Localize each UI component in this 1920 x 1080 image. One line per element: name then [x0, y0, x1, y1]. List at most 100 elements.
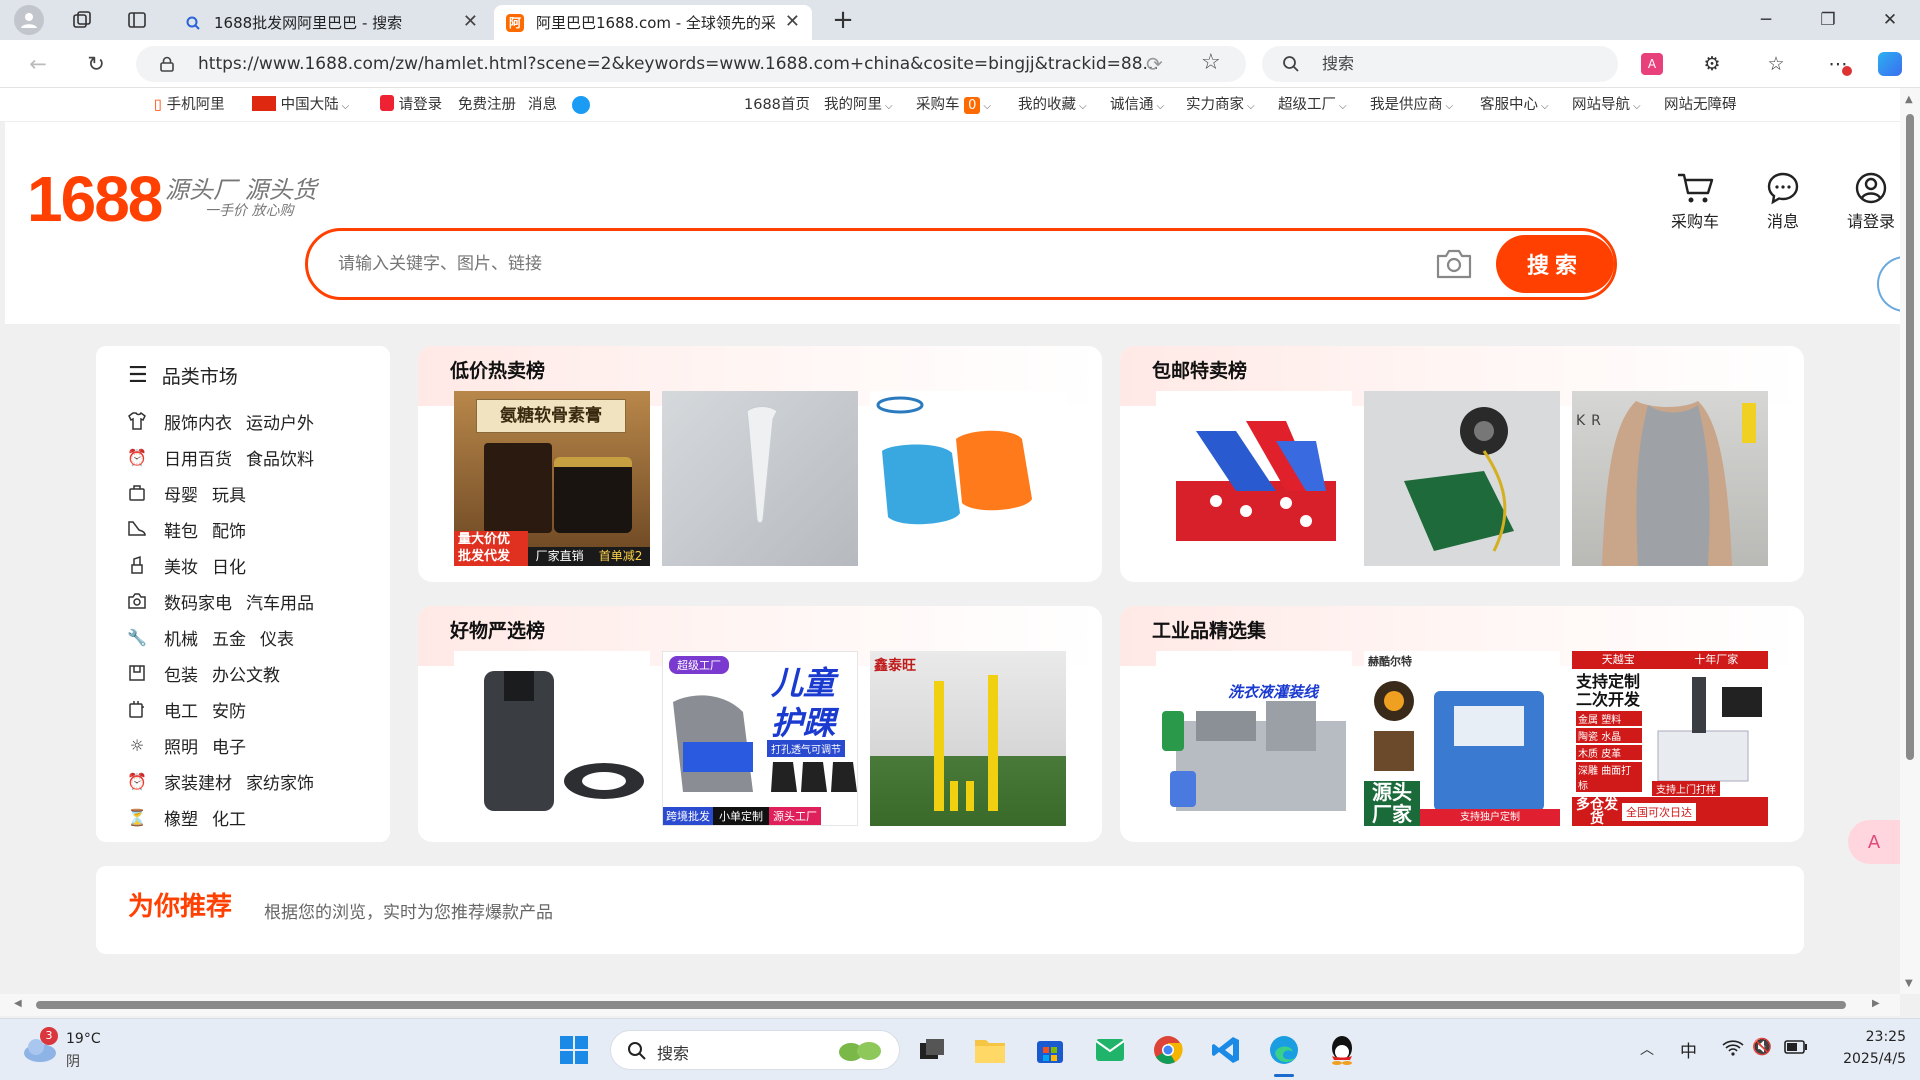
nav-strong-merchants[interactable]: 实力商家 ⌵ [1186, 88, 1255, 122]
nav-favorites[interactable]: 我的收藏 ⌵ [1018, 88, 1087, 122]
close-tab-icon[interactable]: ✕ [785, 11, 800, 32]
profile-icon[interactable] [14, 5, 44, 35]
tray-chevron-icon[interactable]: ︿ [1640, 1039, 1654, 1059]
message-link[interactable]: 消息 [528, 88, 557, 122]
category-link[interactable]: 日化 [212, 553, 246, 578]
clock-date[interactable]: 2025/4/5 [1826, 1051, 1906, 1067]
category-link[interactable]: 母婴 [164, 481, 198, 506]
category-link[interactable]: 五金 [212, 625, 246, 650]
product-filling-line[interactable]: 洗衣液灌装线 [1156, 651, 1352, 826]
header-message[interactable]: 消息 [1743, 168, 1823, 232]
favorite-star-icon[interactable]: ☆ [1201, 50, 1221, 75]
card-title[interactable]: 包邮特卖榜 [1152, 356, 1247, 383]
nav-accessibility[interactable]: 网站无障碍 [1664, 88, 1737, 122]
nav-super-factory[interactable]: 超级工厂 ⌵ [1278, 88, 1347, 122]
horizontal-scroll-thumb[interactable] [36, 1001, 1846, 1009]
favorites-icon[interactable]: ☆ [1756, 40, 1796, 88]
category-link[interactable]: 电子 [212, 733, 246, 758]
product-swim-armbands[interactable] [870, 391, 1066, 566]
lock-icon[interactable] [158, 55, 176, 73]
category-link[interactable]: 运动户外 [246, 409, 314, 434]
wangwang-icon[interactable] [572, 96, 590, 114]
search-button[interactable]: 搜索 [1496, 235, 1614, 293]
category-link[interactable]: 办公文教 [212, 661, 280, 686]
nav-my-alibaba[interactable]: 我的阿里 ⌵ [824, 88, 893, 122]
ime-indicator[interactable]: 中 [1680, 1037, 1697, 1062]
weather-temp[interactable]: 19°C [66, 1031, 101, 1047]
clock-time[interactable]: 23:25 [1826, 1029, 1906, 1045]
edge-icon[interactable] [1264, 1030, 1304, 1077]
new-tab-icon[interactable]: + [828, 6, 858, 36]
restore-icon[interactable]: ❐ [1798, 0, 1858, 40]
category-link[interactable]: 配饰 [212, 517, 246, 542]
weather-widget[interactable]: 3 [20, 1027, 60, 1067]
main-search-input[interactable] [338, 231, 1338, 297]
category-link[interactable]: 家纺家饰 [246, 769, 314, 794]
battery-icon[interactable] [1784, 1039, 1808, 1059]
category-link[interactable]: 照明 [164, 733, 198, 758]
product-black-connector[interactable] [454, 651, 650, 826]
close-tab-icon[interactable]: ✕ [463, 11, 478, 32]
store-icon[interactable] [1030, 1030, 1070, 1070]
category-link[interactable]: 家装建材 [164, 769, 232, 794]
camera-icon[interactable] [1434, 247, 1474, 281]
category-link[interactable]: 数码家电 [164, 589, 232, 614]
product-melting-furnace[interactable]: 赫酷尔特 源头厂家 支持独户定制 [1364, 651, 1560, 826]
window-close-icon[interactable]: ✕ [1860, 0, 1920, 40]
vscode-icon[interactable] [1206, 1030, 1246, 1070]
category-link[interactable]: 汽车用品 [246, 589, 314, 614]
product-gray-tank-top[interactable]: KR [1572, 391, 1768, 566]
task-view-icon[interactable] [912, 1030, 952, 1070]
volume-muted-icon[interactable]: 🔇 [1752, 1037, 1772, 1056]
category-link[interactable]: 食品饮料 [246, 445, 314, 470]
refresh-icon[interactable]: ↻ [76, 40, 116, 88]
card-title[interactable]: 好物严选榜 [450, 616, 545, 643]
product-yellow-posts[interactable]: 鑫泰旺 [870, 651, 1066, 826]
translate-page-icon[interactable]: ⟳ [1146, 52, 1163, 76]
category-link[interactable]: 服饰内衣 [164, 409, 232, 434]
card-title[interactable]: 低价热卖榜 [450, 356, 545, 383]
category-link[interactable]: 美妆 [164, 553, 198, 578]
vertical-scrollbar[interactable]: ▲ ▼ [1900, 88, 1920, 994]
copilot-icon[interactable] [1870, 40, 1910, 88]
back-icon[interactable]: ← [18, 40, 58, 88]
product-speaker-board[interactable] [1364, 391, 1560, 566]
start-icon[interactable] [554, 1030, 594, 1070]
product-ointment-jar[interactable]: 氨糖软骨素膏 量大价优 批发代发 厂家直销 首单减2 [454, 391, 650, 566]
header-cart[interactable]: 采购车 [1655, 168, 1735, 232]
category-link[interactable]: 仪表 [260, 625, 294, 650]
minimize-icon[interactable]: ─ [1736, 0, 1796, 40]
category-link[interactable]: 日用百货 [164, 445, 232, 470]
more-menu-icon[interactable]: ⋯ [1818, 40, 1858, 88]
product-inflatable-slide[interactable] [1156, 391, 1352, 566]
register-link[interactable]: 免费注册 [458, 88, 516, 122]
nav-service[interactable]: 客服中心 ⌵ [1480, 88, 1549, 122]
url-box[interactable]: https://www.1688.com/zw/hamlet.html?scen… [136, 46, 1246, 82]
taskbar-search[interactable]: 搜索 [610, 1030, 900, 1070]
nav-home[interactable]: 1688首页 [744, 88, 810, 122]
header-login[interactable]: 请登录 [1831, 168, 1911, 232]
browser-search-box[interactable]: 搜索 [1262, 46, 1618, 82]
tab-actions-icon[interactable] [127, 10, 147, 30]
qq-icon[interactable] [1322, 1030, 1362, 1070]
category-link[interactable]: 化工 [212, 805, 246, 830]
category-link[interactable]: 电工 [164, 697, 198, 722]
wifi-icon[interactable] [1722, 1039, 1744, 1061]
logo[interactable]: 1688 [27, 162, 163, 236]
workspaces-icon[interactable] [72, 10, 92, 30]
tab-1688[interactable]: 阿 阿里巴巴1688.com - 全球领先的采购批发平台 ✕ [494, 5, 812, 40]
nav-site-map[interactable]: 网站导航 ⌵ [1572, 88, 1641, 122]
category-link[interactable]: 玩具 [212, 481, 246, 506]
category-link[interactable]: 机械 [164, 625, 198, 650]
mobile-alibaba-link[interactable]: ▯ 手机阿里 [154, 88, 225, 122]
product-laser-marker[interactable]: 天越宝 十年厂家 支持定制 二次开发 金属 塑料 陶瓷 水晶 木质 皮革 深雕 … [1572, 651, 1768, 826]
category-link[interactable]: 橡塑 [164, 805, 198, 830]
product-plastic-cone[interactable] [662, 391, 858, 566]
category-link[interactable]: 安防 [212, 697, 246, 722]
url-text[interactable]: https://www.1688.com/zw/hamlet.html?scen… [198, 46, 1178, 82]
nav-cart[interactable]: 采购车 0 ⌵ [916, 88, 991, 122]
product-ankle-brace[interactable]: 超级工厂 儿童 护踝 打孔透气可调节 跨境批发 小单定制 源头工厂 [662, 651, 858, 826]
login-link[interactable]: 请登录 [380, 88, 442, 122]
card-title[interactable]: 工业品精选集 [1152, 616, 1266, 643]
translate-float-icon[interactable]: A [1848, 820, 1900, 864]
